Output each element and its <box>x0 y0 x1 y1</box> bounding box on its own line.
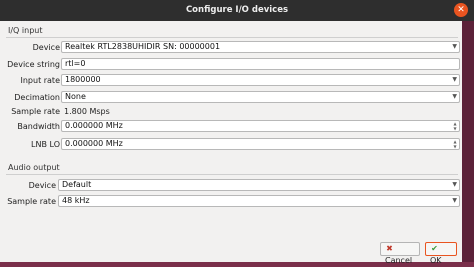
iq-device-value: Realtek RTL2838UHIDIR SN: 00000001 <box>65 42 221 51</box>
iq-device-string-label: Device string <box>7 60 60 69</box>
iq-bandwidth-spinbox[interactable]: 0.000000 MHz ▲ ▼ <box>61 120 460 132</box>
iq-lnb-spinbox[interactable]: 0.000000 MHz ▲ ▼ <box>61 138 460 150</box>
audio-sample-rate-label: Sample rate <box>7 197 56 206</box>
check-icon: ✔ <box>431 244 438 253</box>
ok-button-label: OK <box>430 256 442 265</box>
chevron-down-icon: ▼ <box>452 93 457 100</box>
chevron-down-icon: ▼ <box>452 197 457 204</box>
iq-section-title: I/Q input <box>8 26 43 35</box>
iq-device-string-input[interactable]: rtl=0 <box>61 58 460 70</box>
audio-section-divider <box>6 174 458 175</box>
background-desktop-strip <box>462 21 474 262</box>
audio-section-title: Audio output <box>8 163 60 172</box>
iq-bandwidth-label: Bandwidth <box>17 122 60 131</box>
iq-input-rate-select[interactable]: 1800000 ▼ <box>61 74 460 86</box>
iq-lnb-label: LNB LO <box>31 140 60 149</box>
cancel-icon: ✖ <box>386 244 393 253</box>
audio-device-value: Default <box>62 180 92 189</box>
iq-input-rate-label: Input rate <box>20 76 60 85</box>
iq-device-string-value: rtl=0 <box>65 59 86 68</box>
audio-device-label: Device <box>28 181 56 190</box>
iq-bandwidth-value: 0.000000 MHz <box>65 121 123 130</box>
window-title: Configure I/O devices <box>185 5 289 15</box>
cancel-button[interactable]: ✖ Cancel <box>380 242 420 265</box>
iq-device-label: Device <box>32 43 60 52</box>
audio-sample-rate-select[interactable]: 48 kHz ▼ <box>58 195 460 207</box>
iq-lnb-value: 0.000000 MHz <box>65 139 123 148</box>
iq-decimation-select[interactable]: None ▼ <box>61 91 460 103</box>
close-icon[interactable]: ✕ <box>454 3 468 17</box>
iq-decimation-label: Decimation <box>14 93 60 102</box>
chevron-down-icon: ▼ <box>452 76 457 83</box>
ok-button[interactable]: ✔ OK <box>425 242 457 265</box>
iq-decimation-value: None <box>65 92 86 101</box>
cancel-button-label: Cancel <box>385 256 413 265</box>
spin-arrows-icon[interactable]: ▲ ▼ <box>452 139 458 149</box>
iq-input-rate-value: 1800000 <box>65 75 101 84</box>
spin-arrows-icon[interactable]: ▲ ▼ <box>452 121 458 131</box>
audio-device-select[interactable]: Default ▼ <box>58 179 460 191</box>
iq-sample-rate-label: Sample rate <box>11 107 60 116</box>
io-config-dialog: I/Q input Device Realtek RTL2838UHIDIR S… <box>0 21 462 265</box>
iq-device-select[interactable]: Realtek RTL2838UHIDIR SN: 00000001 ▼ <box>61 41 460 53</box>
iq-sample-rate-value: 1.800 Msps <box>64 107 110 116</box>
chevron-down-icon: ▼ <box>452 181 457 188</box>
chevron-down-icon: ▼ <box>452 43 457 50</box>
window-titlebar: Configure I/O devices ✕ <box>0 0 474 21</box>
audio-sample-rate-value: 48 kHz <box>62 196 90 205</box>
iq-section-divider <box>6 37 458 38</box>
